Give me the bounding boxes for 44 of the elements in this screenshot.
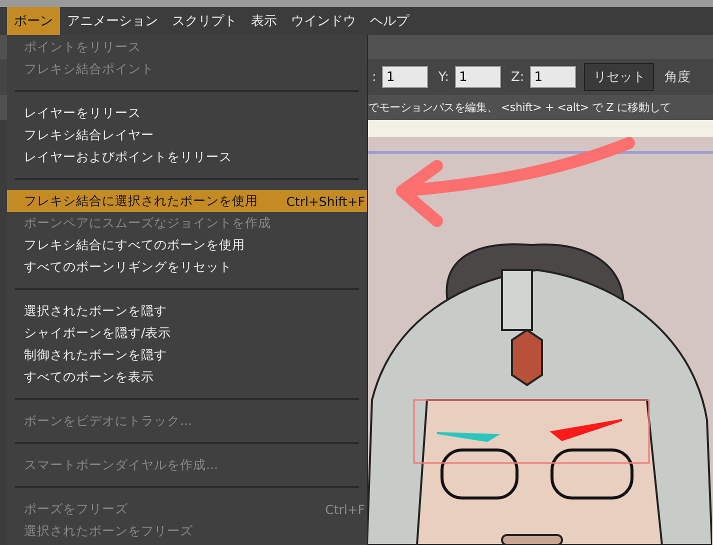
menu-item[interactable]: すべてのボーンを表示 — [7, 366, 367, 388]
menu-item-label: シャイボーンを隠す/表示 — [24, 324, 172, 342]
menu-item-label: フレキシ結合レイヤー — [24, 126, 154, 144]
menu-item[interactable]: すべてのボーンリギングをリセット — [7, 256, 367, 278]
menu-item-label: フレキシ結合にすべてのボーンを使用 — [24, 236, 245, 254]
menu-bar-item[interactable]: アニメーション — [60, 7, 165, 35]
menu-bar-item[interactable]: ヘルプ — [363, 7, 416, 35]
field-label: : — [372, 70, 376, 84]
menu-item-label: 選択されたボーンをフリーズ — [24, 522, 193, 540]
menu-item-label: スマートボーンダイヤルを作成... — [24, 456, 218, 474]
menu-item-label: ポーズをフリーズ — [24, 500, 128, 518]
menu-item[interactable]: レイヤーをリリース — [7, 102, 367, 124]
menu-item[interactable]: フレキシ結合にすべてのボーンを使用 — [7, 234, 367, 256]
menu-item-label: ポイントをリリース — [24, 38, 141, 56]
menu-item[interactable]: シャイボーンを隠す/表示 — [7, 322, 367, 344]
input-field[interactable]: 1 — [530, 66, 576, 88]
menu-item-label: フレキシ結合ポイント — [24, 60, 154, 78]
field-label: Z: — [511, 70, 524, 84]
shortcut-label: Ctrl+F — [325, 502, 365, 516]
menu-item-label: 制御されたボーンを隠す — [24, 346, 167, 364]
menu-item-label: すべてのボーンリギングをリセット — [24, 258, 232, 276]
menu-bar-item[interactable]: スクリプト — [165, 7, 244, 35]
menu-item[interactable]: 選択されたボーンを隠す — [7, 300, 367, 322]
menu-item-label: ボーンペアにスムーズなジョイントを作成 — [24, 214, 271, 232]
menu-item[interactable]: フレキシ結合に選択されたボーンを使用 Ctrl+Shift+F — [7, 190, 367, 212]
angle-label: 角度 — [664, 69, 690, 86]
menu-item-label: レイヤーおよびポイントをリリース — [24, 148, 232, 166]
menu-item-label: フレキシ結合に選択されたボーンを使用 — [24, 192, 258, 210]
menu-item-label: ボーンをビデオにトラック... — [24, 412, 192, 430]
field-label: Y: — [438, 70, 449, 84]
shortcut-label: Ctrl+Shift+F — [286, 194, 365, 208]
menu-item[interactable]: 制御されたボーンを隠す — [7, 344, 367, 366]
menu-item[interactable]: レイヤーおよびポイントをリリース — [7, 146, 367, 168]
menu-bar-item[interactable]: ウインドウ — [284, 7, 363, 35]
input-field[interactable]: 1 — [382, 66, 428, 88]
menu-bar-item[interactable]: ボーン — [7, 7, 60, 35]
menu-item-label: 選択されたボーンを隠す — [24, 302, 167, 320]
reset-button[interactable]: リセット — [584, 63, 654, 91]
menu-item-label: レイヤーをリリース — [24, 104, 141, 122]
menu-bar-item[interactable]: 表示 — [244, 7, 284, 35]
menu-item[interactable]: フレキシ結合レイヤー — [7, 124, 367, 146]
hint-text: でモーションパスを編集、 <shift> + <alt> で Z に移動して — [368, 100, 671, 115]
menu-item-label: すべてのボーンを表示 — [24, 368, 154, 386]
input-field[interactable]: 1 — [455, 66, 501, 88]
